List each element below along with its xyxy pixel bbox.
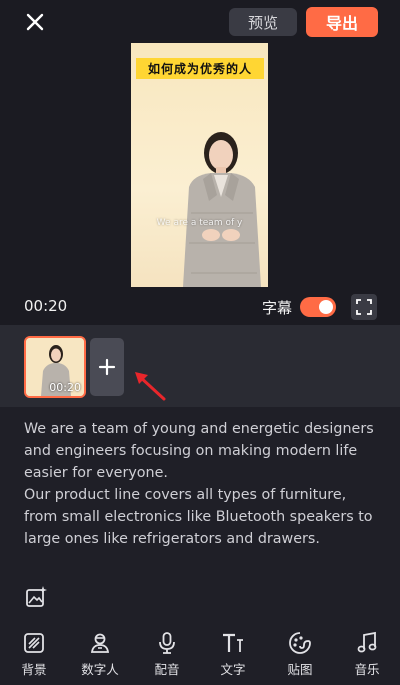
presenter-avatar-image <box>183 132 261 287</box>
nav-music[interactable]: 音乐 <box>342 631 392 683</box>
digital-human-icon <box>90 633 110 653</box>
bottom-toolbar: 背景 数字人 配音 文字 贴图 音乐 <box>0 625 400 685</box>
nav-label: 背景 <box>21 662 47 677</box>
music-icon <box>357 631 377 653</box>
red-arrow-annotation <box>135 372 166 401</box>
toggle-knob <box>319 300 333 314</box>
sticker-icon <box>289 632 311 654</box>
ai-image-icon[interactable] <box>24 585 48 609</box>
nav-digital-human[interactable]: 数字人 <box>75 631 125 683</box>
fullscreen-button[interactable] <box>351 294 377 320</box>
microphone-icon <box>159 632 175 654</box>
clip-duration: 00:20 <box>49 381 81 394</box>
export-button[interactable]: 导出 <box>306 7 378 37</box>
video-preview[interactable]: 如何成为优秀的人 We are a team of y <box>131 43 268 287</box>
nav-label: 贴图 <box>287 662 313 677</box>
nav-voiceover[interactable]: 配音 <box>142 631 192 683</box>
nav-label: 音乐 <box>354 662 380 677</box>
script-paragraph: We are a team of young and energetic des… <box>24 421 374 481</box>
playback-time: 00:20 <box>24 297 68 315</box>
fullscreen-icon <box>356 299 372 315</box>
plus-icon <box>98 358 116 376</box>
preview-area: 预览 导出 如何成为优秀的人 We are a team of y 00:20 … <box>0 0 400 325</box>
subtitle-toggle[interactable] <box>300 297 336 317</box>
subtitle-toggle-label: 字幕 <box>262 299 293 317</box>
text-icon <box>223 633 243 652</box>
add-clip-button[interactable] <box>90 338 124 396</box>
clip-timeline: 00:20 <box>0 325 400 407</box>
nav-label: 文字 <box>220 662 246 677</box>
preview-button[interactable]: 预览 <box>229 8 297 36</box>
nav-label: 数字人 <box>81 662 119 677</box>
nav-text[interactable]: 文字 <box>208 631 258 683</box>
script-paragraph: Our product line covers all types of fur… <box>24 487 373 547</box>
background-icon <box>24 633 44 653</box>
nav-label: 配音 <box>154 662 180 677</box>
script-text[interactable]: We are a team of young and energetic des… <box>24 418 379 550</box>
video-title-banner: 如何成为优秀的人 <box>136 58 264 79</box>
nav-sticker[interactable]: 贴图 <box>275 631 325 683</box>
nav-background[interactable]: 背景 <box>9 631 59 683</box>
video-subtitle-overlay: We are a team of y <box>156 218 243 228</box>
close-icon[interactable] <box>22 9 48 35</box>
timeline-clip[interactable]: 00:20 <box>24 336 86 398</box>
